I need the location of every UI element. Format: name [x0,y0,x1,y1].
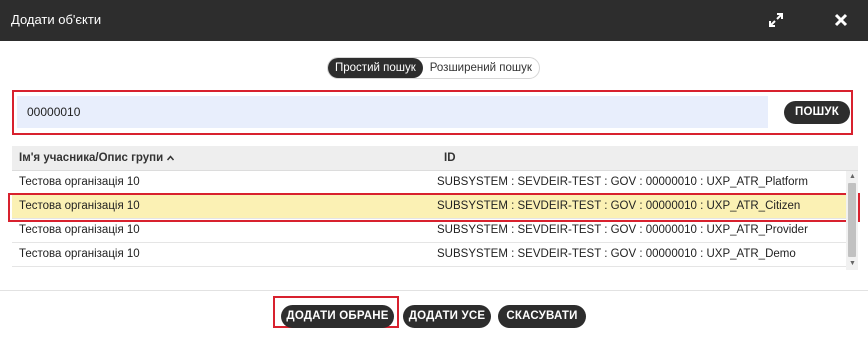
cell-id: SUBSYSTEM : SEVDEIR-TEST : GOV : 0000001… [437,224,808,236]
column-header-name-label: Ім'я учасника/Опис групи [19,152,164,164]
expand-icon[interactable] [766,10,786,30]
add-all-button[interactable]: ДОДАТИ УСЕ [403,305,491,328]
dialog-title: Додати об'єкти [11,12,102,27]
table-header: Ім'я учасника/Опис групи ID [12,146,858,171]
cell-name: Тестова організація 10 [19,248,140,260]
table-row-selected[interactable]: Тестова організація 10 SUBSYSTEM : SEVDE… [12,195,846,219]
table-row[interactable]: Тестова організація 10 SUBSYSTEM : SEVDE… [12,243,846,267]
search-mode-toggle: Простий пошук Розширений пошук [327,57,540,79]
cell-name: Тестова організація 10 [19,200,140,212]
footer-divider [0,290,868,291]
table-row[interactable]: Тестова організація 10 SUBSYSTEM : SEVDE… [12,171,846,195]
cell-id: SUBSYSTEM : SEVDEIR-TEST : GOV : 0000001… [437,176,808,188]
search-button[interactable]: ПОШУК [784,101,850,124]
tab-simple-search[interactable]: Простий пошук [328,58,423,78]
scroll-up-arrow-icon[interactable]: ▲ [849,173,856,181]
column-header-id[interactable]: ID [444,152,456,164]
add-selected-button[interactable]: ДОДАТИ ОБРАНЕ [281,305,394,328]
cell-name: Тестова організація 10 [19,176,140,188]
table-scrollbar[interactable]: ▲ ▼ [846,171,858,270]
column-header-name[interactable]: Ім'я учасника/Опис групи [19,152,175,164]
results-table: Ім'я учасника/Опис групи ID Тестова орга… [12,146,858,270]
dialog-titlebar: Додати об'єкти [0,0,868,41]
caret-up-icon [167,155,175,161]
cell-name: Тестова організація 10 [19,224,140,236]
table-row[interactable]: Тестова організація 10 SUBSYSTEM : SEVDE… [12,219,846,243]
tab-advanced-search[interactable]: Розширений пошук [423,58,539,78]
cell-id: SUBSYSTEM : SEVDEIR-TEST : GOV : 0000001… [437,248,796,260]
close-icon[interactable] [831,10,851,30]
cancel-button[interactable]: СКАСУВАТИ [498,305,586,328]
scroll-down-arrow-icon[interactable]: ▼ [849,260,856,268]
cell-id: SUBSYSTEM : SEVDEIR-TEST : GOV : 0000001… [437,200,801,212]
search-input[interactable] [17,96,768,128]
scrollbar-thumb[interactable] [848,183,856,257]
